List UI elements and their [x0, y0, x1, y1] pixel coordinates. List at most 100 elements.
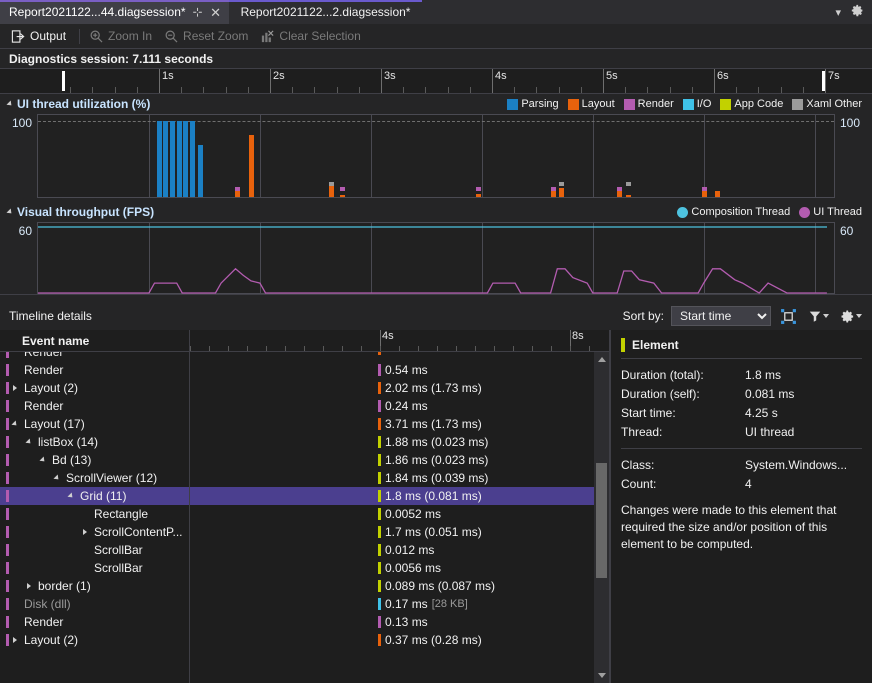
duration-row[interactable]: 1.88 ms (0.023 ms): [190, 433, 609, 451]
table-row[interactable]: Layout (2): [0, 631, 189, 649]
expander-toggle[interactable]: [51, 475, 63, 481]
duration-row[interactable]: 0.0056 ms: [190, 559, 609, 577]
scrollbar-track[interactable]: [594, 367, 609, 668]
output-button[interactable]: Output: [7, 26, 74, 47]
chevron-down-icon[interactable]: ▾: [835, 6, 841, 19]
reset-zoom-button[interactable]: Reset Zoom: [160, 26, 256, 47]
tab-report-2[interactable]: Report2021122...2.diagsession*: [229, 0, 423, 24]
table-row[interactable]: Render: [0, 352, 189, 361]
settings-caret-icon: [856, 314, 862, 318]
scrollbar-thumb[interactable]: [596, 463, 607, 577]
table-row[interactable]: Render: [0, 613, 189, 631]
element-field-key: Start time:: [621, 404, 745, 423]
table-row[interactable]: Bd (13): [0, 451, 189, 469]
duration-row[interactable]: 0.54 ms: [190, 361, 609, 379]
gear-icon[interactable]: [851, 4, 864, 20]
table-row[interactable]: Layout (2): [0, 379, 189, 397]
table-row[interactable]: ScrollBar: [0, 541, 189, 559]
duration-cell: 1.84 ms (0.039 ms): [378, 469, 488, 487]
fps-section-header[interactable]: Visual throughput (FPS) Composition Thre…: [0, 202, 872, 222]
duration-row[interactable]: 0.17 ms[28 KB]: [190, 595, 609, 613]
expander-toggle[interactable]: [23, 583, 35, 589]
ruler-selection-handle-end[interactable]: [822, 71, 825, 91]
duration-row[interactable]: 1.7 ms (0.051 ms): [190, 523, 609, 541]
ruler-minor-tick: [115, 87, 116, 93]
duration-row[interactable]: 2.02 ms (1.73 ms): [190, 379, 609, 397]
ruler-minor-tick: [92, 87, 93, 93]
legend-label: Composition Thread: [691, 206, 790, 218]
panel-splitter[interactable]: [0, 294, 872, 302]
ruler-minor-tick: [337, 87, 338, 93]
expander-toggle[interactable]: [9, 385, 21, 391]
table-row[interactable]: ScrollContentP...: [0, 523, 189, 541]
event-tree-rows[interactable]: RenderRenderLayout (2)RenderLayout (17)l…: [0, 352, 189, 683]
tab-report-1[interactable]: Report2021122...44.diagsession* ⊹ ✕: [0, 0, 229, 24]
element-field: Start time:4.25 s: [621, 404, 862, 423]
table-row[interactable]: border (1): [0, 577, 189, 595]
duration-row[interactable]: 0.089 ms (0.087 ms): [190, 577, 609, 595]
vertical-scrollbar[interactable]: [594, 352, 609, 683]
expander-toggle[interactable]: [79, 529, 91, 535]
legend-item[interactable]: I/O: [683, 98, 712, 110]
duration-row[interactable]: 0.0052 ms: [190, 505, 609, 523]
duration-row[interactable]: 1.8 ms (0.081 ms): [190, 487, 609, 505]
duration-row[interactable]: 0.37 ms (0.28 ms): [190, 631, 609, 649]
fps-plot[interactable]: [37, 222, 835, 294]
timeline-ruler[interactable]: 1s2s3s4s5s6s7s: [0, 68, 872, 94]
element-field-value: 4: [745, 475, 752, 494]
legend-item[interactable]: Layout: [568, 98, 615, 110]
duration-row[interactable]: 3.71 ms (1.73 ms): [190, 415, 609, 433]
triangle-expanded-icon[interactable]: [6, 208, 13, 215]
clear-selection-button[interactable]: Clear Selection: [256, 26, 368, 47]
legend-item[interactable]: Render: [624, 98, 674, 110]
expander-toggle[interactable]: [9, 421, 21, 427]
duration-row[interactable]: 1.84 ms (0.039 ms): [190, 469, 609, 487]
table-row[interactable]: Layout (17): [0, 415, 189, 433]
table-row[interactable]: listBox (14): [0, 433, 189, 451]
select-element-icon[interactable]: [778, 306, 799, 327]
table-row[interactable]: Render: [0, 361, 189, 379]
duration-row[interactable]: 0.24 ms: [190, 397, 609, 415]
scroll-up-button[interactable]: [594, 352, 609, 367]
scroll-down-button[interactable]: [594, 668, 609, 683]
chart-gridline: [149, 115, 150, 197]
legend-item[interactable]: UI Thread: [799, 206, 862, 218]
close-icon[interactable]: ✕: [210, 6, 222, 19]
duration-rows[interactable]: 0.54 ms2.02 ms (1.73 ms)0.24 ms3.71 ms (…: [190, 352, 609, 683]
expander-toggle[interactable]: [9, 637, 21, 643]
settings-gear-icon[interactable]: [838, 307, 864, 326]
sort-by-select[interactable]: Start time: [671, 306, 771, 326]
expander-toggle[interactable]: [23, 439, 35, 445]
expander-toggle[interactable]: [65, 493, 77, 499]
expander-toggle[interactable]: [37, 457, 49, 463]
details-ruler[interactable]: 4s8s: [190, 330, 609, 352]
chart-bar: [198, 145, 203, 197]
details-ruler-minor-tick: [437, 346, 438, 351]
ui-thread-section-header[interactable]: UI thread utilization (%) ParsingLayoutR…: [0, 94, 872, 114]
table-row[interactable]: Grid (11): [0, 487, 189, 505]
legend-label: Parsing: [521, 98, 558, 110]
pin-icon[interactable]: ⊹: [192, 6, 204, 18]
ui-thread-plot[interactable]: [37, 114, 835, 198]
table-row[interactable]: Disk (dll): [0, 595, 189, 613]
duration-row[interactable]: 1.86 ms (0.023 ms): [190, 451, 609, 469]
legend-item[interactable]: App Code: [720, 98, 783, 110]
table-row[interactable]: ScrollBar: [0, 559, 189, 577]
zoom-in-button[interactable]: Zoom In: [85, 26, 160, 47]
filter-icon[interactable]: [806, 307, 831, 325]
ruler-minor-tick: [203, 87, 204, 93]
table-row[interactable]: ScrollViewer (12): [0, 469, 189, 487]
legend-item[interactable]: Parsing: [507, 98, 558, 110]
ruler-selection-handle[interactable]: [62, 71, 65, 91]
chart-bar: [476, 194, 481, 197]
duration-row[interactable]: [190, 352, 609, 361]
table-row[interactable]: Render: [0, 397, 189, 415]
legend-item[interactable]: Composition Thread: [677, 206, 790, 218]
duration-row[interactable]: 0.012 ms: [190, 541, 609, 559]
details-ruler-tick-label: 4s: [380, 330, 394, 342]
triangle-expanded-icon[interactable]: [6, 100, 13, 107]
fps-line-svg: [38, 223, 827, 295]
table-row[interactable]: Rectangle: [0, 505, 189, 523]
legend-item[interactable]: Xaml Other: [792, 98, 862, 110]
duration-row[interactable]: 0.13 ms: [190, 613, 609, 631]
